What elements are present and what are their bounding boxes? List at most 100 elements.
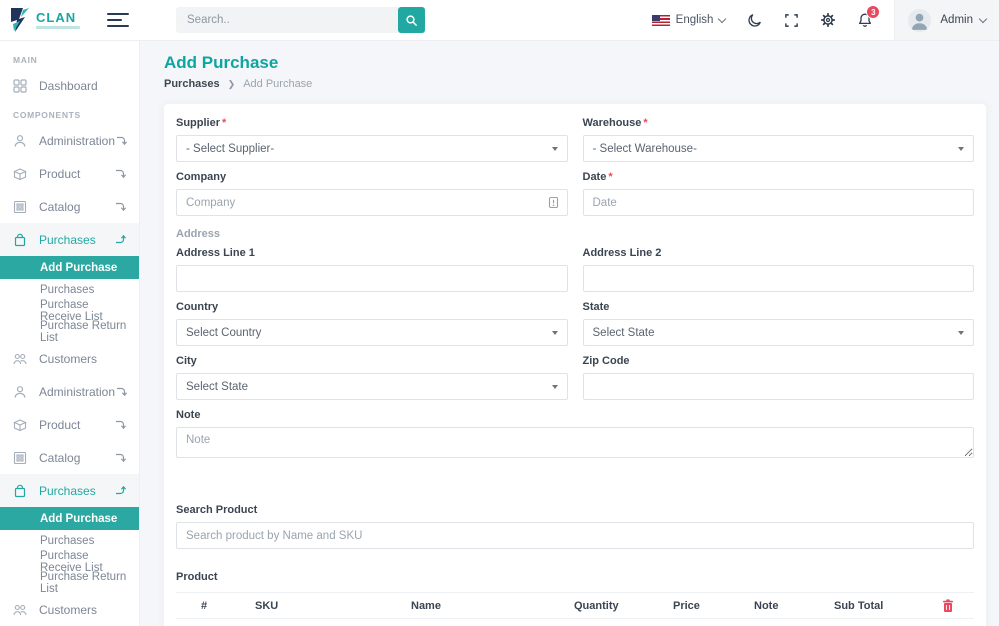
chevron-down-icon <box>718 14 726 22</box>
caret-down-icon <box>958 331 964 335</box>
product-table-header: # SKU Name Quantity Price Note Sub Total <box>176 592 974 619</box>
collapsed-arrow-icon <box>114 451 127 464</box>
sidebar-section-main: MAIN <box>0 47 139 69</box>
supplier-field-group: Supplier* - Select Supplier- <box>176 117 568 162</box>
sidebar-subitem-purchases-2[interactable]: Purchases <box>0 530 139 551</box>
col-quantity: Quantity <box>574 600 673 612</box>
notifications-button[interactable]: 3 <box>857 12 873 28</box>
purchases-icon <box>12 232 28 248</box>
brand-logo-icon <box>9 7 33 33</box>
sidebar: MAIN Dashboard COMPONENTS Administration <box>0 41 140 626</box>
topbar: CLAN English <box>0 0 999 41</box>
col-price: Price <box>673 600 754 612</box>
company-field-icon <box>547 196 560 209</box>
search-input[interactable] <box>176 7 398 33</box>
catalog-icon <box>12 450 28 466</box>
required-mark: * <box>222 117 226 129</box>
trash-icon <box>942 599 954 613</box>
purchases-icon <box>12 483 28 499</box>
search-button[interactable] <box>398 7 425 33</box>
sidebar-subitem-purchase-return-list[interactable]: Purchase Return List <box>0 321 139 342</box>
address-line-1-label: Address Line 1 <box>176 247 568 260</box>
warehouse-select[interactable]: - Select Warehouse- <box>583 135 975 162</box>
menu-toggle-icon[interactable] <box>107 13 129 28</box>
sidebar-item-label: Product <box>39 418 114 432</box>
brand-name: CLAN <box>36 12 80 24</box>
country-select[interactable]: Select Country <box>176 319 568 346</box>
dashboard-icon <box>12 78 28 94</box>
sidebar-subitem-add-purchase-2[interactable]: Add Purchase <box>0 507 139 530</box>
fullscreen-button[interactable] <box>784 13 799 28</box>
caret-down-icon <box>552 385 558 389</box>
search-product-field-group: Search Product <box>176 504 974 549</box>
date-label: Date* <box>583 171 975 184</box>
note-label: Note <box>176 409 974 422</box>
company-label: Company <box>176 171 568 184</box>
sidebar-item-purchases-2[interactable]: Purchases <box>0 474 139 507</box>
brand-logo[interactable]: CLAN <box>9 7 80 33</box>
col-sku: SKU <box>255 600 411 612</box>
address-line-2-label: Address Line 2 <box>583 247 975 260</box>
warehouse-label: Warehouse* <box>583 117 975 130</box>
address-line-2-field-group: Address Line 2 <box>583 247 975 292</box>
sidebar-subitem-purchase-receive-list[interactable]: Purchase Receive List <box>0 300 139 321</box>
sidebar-subitem-purchases[interactable]: Purchases <box>0 279 139 300</box>
collapsed-arrow-icon <box>114 200 127 213</box>
sidebar-item-label: Dashboard <box>39 79 127 93</box>
catalog-icon <box>12 199 28 215</box>
dark-mode-toggle[interactable] <box>747 12 763 28</box>
country-select-value: Select Country <box>186 327 261 339</box>
address-line-1-input[interactable] <box>176 265 568 292</box>
sidebar-item-product[interactable]: Product <box>0 157 139 190</box>
product-table-total-row: Total 0.00 <box>176 619 974 626</box>
sidebar-item-label: Purchases <box>39 233 114 247</box>
sidebar-item-administration-2[interactable]: Administration <box>0 375 139 408</box>
search-product-input[interactable] <box>176 522 974 549</box>
sidebar-item-purchases[interactable]: Purchases <box>0 223 139 256</box>
gear-icon <box>820 12 836 28</box>
sidebar-item-label: Product <box>39 167 114 181</box>
sidebar-item-dashboard[interactable]: Dashboard <box>0 69 139 102</box>
sidebar-item-catalog-2[interactable]: Catalog <box>0 441 139 474</box>
sidebar-subitem-add-purchase[interactable]: Add Purchase <box>0 256 139 279</box>
warehouse-field-group: Warehouse* - Select Warehouse- <box>583 117 975 162</box>
country-label: Country <box>176 301 568 314</box>
sidebar-subitem-purchase-return-list-2[interactable]: Purchase Return List <box>0 572 139 593</box>
brand-tagline-bar <box>36 26 80 29</box>
date-field-group: Date* <box>583 171 975 216</box>
flag-canton <box>652 15 660 21</box>
sidebar-item-catalog[interactable]: Catalog <box>0 190 139 223</box>
brand-zone: CLAN <box>0 0 140 40</box>
warehouse-select-value: - Select Warehouse- <box>593 143 697 155</box>
zip-code-label: Zip Code <box>583 355 975 368</box>
language-selector[interactable]: English <box>652 14 726 26</box>
breadcrumb-purchases[interactable]: Purchases <box>164 78 220 90</box>
delete-all-rows-button[interactable] <box>942 599 974 613</box>
sidebar-item-administration[interactable]: Administration <box>0 124 139 157</box>
settings-button[interactable] <box>820 12 836 28</box>
sidebar-item-customers-2[interactable]: Customers <box>0 593 139 626</box>
sidebar-item-product-2[interactable]: Product <box>0 408 139 441</box>
moon-icon <box>747 12 763 28</box>
zip-code-input[interactable] <box>583 373 975 400</box>
state-select[interactable]: Select State <box>583 319 975 346</box>
date-input[interactable] <box>583 189 975 216</box>
address-line-2-input[interactable] <box>583 265 975 292</box>
user-menu[interactable]: Admin <box>894 0 999 40</box>
administration-icon <box>12 384 28 400</box>
product-icon <box>12 166 28 182</box>
required-mark: * <box>643 117 647 129</box>
notification-badge: 3 <box>866 5 880 19</box>
form-grid: Supplier* - Select Supplier- Warehouse* … <box>176 117 974 472</box>
note-textarea[interactable] <box>176 427 974 458</box>
city-select[interactable]: Select State <box>176 373 568 400</box>
supplier-select[interactable]: - Select Supplier- <box>176 135 568 162</box>
sidebar-subitem-purchase-receive-list-2[interactable]: Purchase Receive List <box>0 551 139 572</box>
sidebar-item-customers[interactable]: Customers <box>0 342 139 375</box>
company-input[interactable] <box>176 189 568 216</box>
brand-text: CLAN <box>36 12 80 29</box>
product-table: # SKU Name Quantity Price Note Sub Total <box>176 592 974 626</box>
product-icon <box>12 417 28 433</box>
company-input-wrap <box>176 189 568 216</box>
collapsed-arrow-icon <box>115 134 128 147</box>
